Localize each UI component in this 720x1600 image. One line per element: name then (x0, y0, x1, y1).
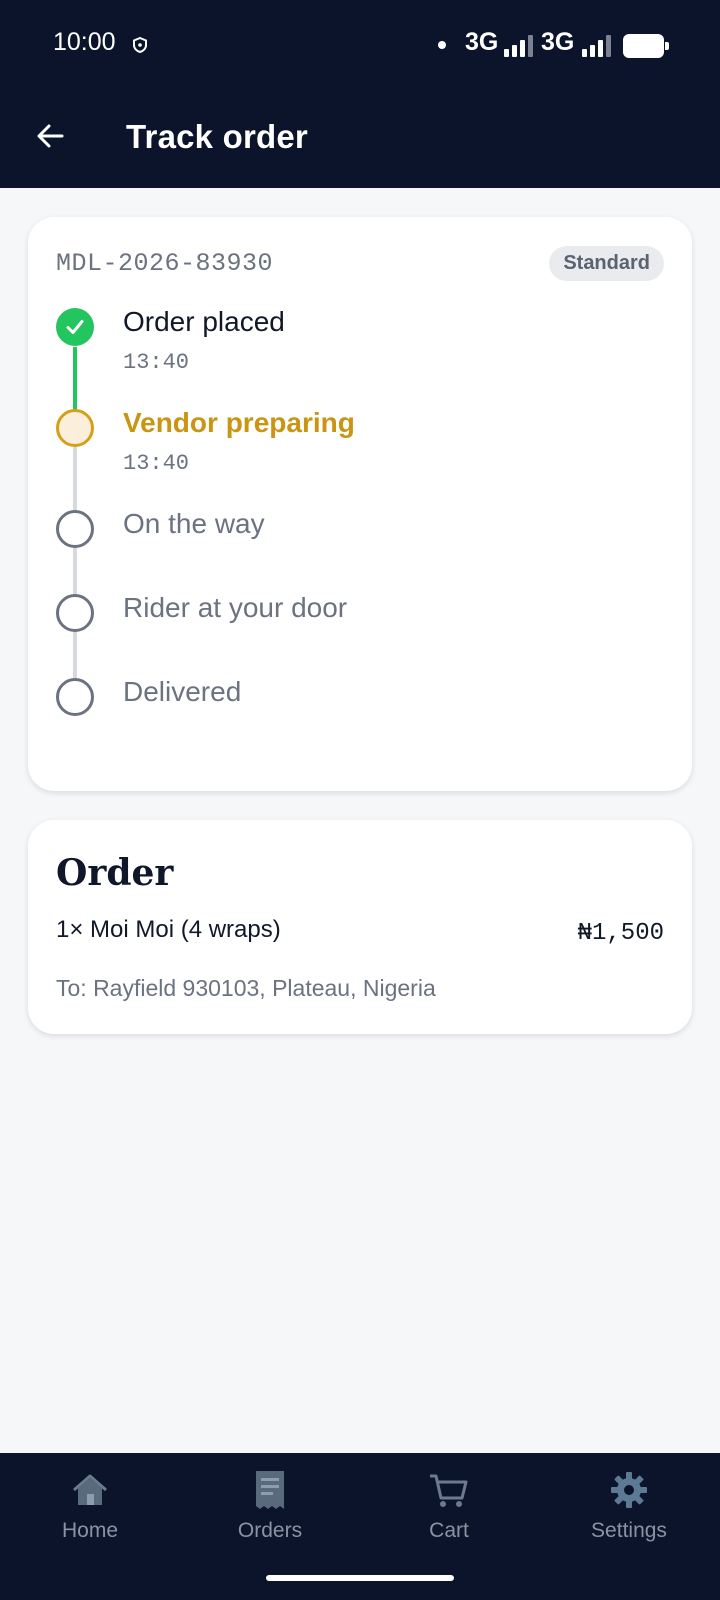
step-label-on-the-way: On the way (123, 508, 265, 539)
status-bar: 10:00 3G 3G (0, 0, 720, 92)
nav-label-cart: Cart (429, 1519, 469, 1542)
home-indicator[interactable] (266, 1575, 454, 1581)
check-icon (66, 320, 84, 334)
gear-icon (609, 1467, 649, 1513)
step-pending-node (56, 510, 94, 548)
nav-label-home: Home (61, 1519, 119, 1542)
step-time-order-placed: 13:40 (123, 350, 190, 375)
cart-icon (428, 1467, 470, 1513)
step-label-vendor-preparing: Vendor preparing (123, 407, 355, 438)
nav-item-settings[interactable]: Settings (549, 1467, 709, 1557)
battery-icon (623, 34, 669, 58)
order-heading: Order (56, 852, 174, 894)
order-item-price: ₦1,500 (577, 920, 664, 947)
receipt-icon (250, 1467, 290, 1513)
step-time-vendor-preparing: 13:40 (123, 451, 190, 476)
network-type-label: 3G (541, 28, 575, 56)
shield-icon (133, 36, 147, 58)
home-icon (70, 1467, 110, 1513)
step-active-node (56, 409, 94, 447)
nav-item-cart[interactable]: Cart (369, 1467, 529, 1557)
signal-icon (582, 33, 611, 57)
order-item: 1× Moi Moi (4 wraps) (56, 916, 281, 943)
order-summary-card: Order 1× Moi Moi (4 wraps) ₦1,500 To: Ra… (28, 820, 692, 1034)
step-pending-node (56, 678, 94, 716)
page-title: Track order (126, 118, 308, 155)
app-bar: Track order (0, 92, 720, 188)
order-id: MDL-2026-83930 (56, 249, 274, 278)
nav-label-orders: Orders (237, 1519, 303, 1542)
step-label-delivered: Delivered (123, 676, 242, 707)
notification-dot-icon (438, 41, 446, 49)
delivery-address: To: Rayfield 930103, Plateau, Nigeria (56, 975, 436, 1001)
status-time: 10:00 (53, 28, 116, 56)
back-button[interactable] (28, 114, 72, 158)
signal-icon (504, 33, 533, 57)
nav-item-orders[interactable]: Orders (190, 1467, 350, 1557)
step-pending-node (56, 594, 94, 632)
network-type-label: 3G (465, 28, 499, 56)
step-label-rider-at-door: Rider at your door (123, 592, 348, 623)
nav-label-settings: Settings (591, 1519, 667, 1542)
delivery-tier-badge: Standard (549, 246, 664, 281)
step-done-node (56, 308, 94, 346)
nav-item-home[interactable]: Home (10, 1467, 170, 1557)
tracking-card: MDL-2026-83930 Standard Order placed 13:… (28, 217, 692, 791)
step-label-order-placed: Order placed (123, 306, 285, 337)
timeline-connector-pending (73, 447, 77, 680)
arrow-left-icon (37, 124, 64, 148)
